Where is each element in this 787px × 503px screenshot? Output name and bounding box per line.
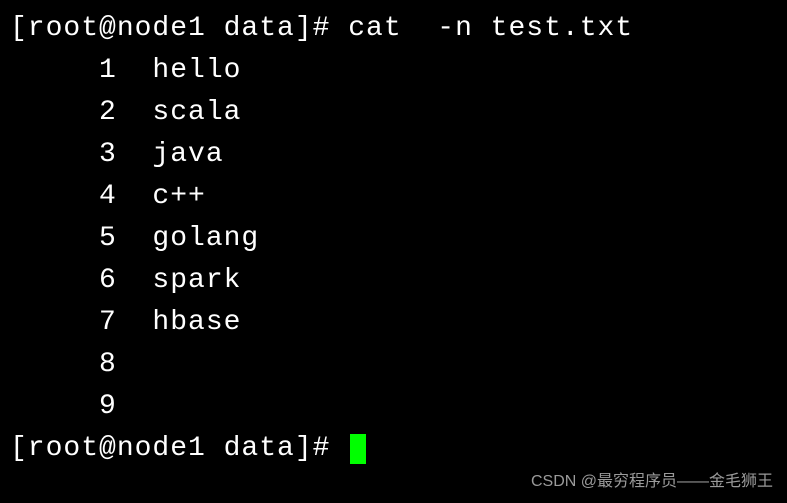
output-line-5: 5 golang xyxy=(10,218,777,260)
output-line-6: 6 spark xyxy=(10,260,777,302)
output-line-8: 8 xyxy=(10,344,777,386)
output-line-3: 3 java xyxy=(10,134,777,176)
output-line-2: 2 scala xyxy=(10,92,777,134)
output-line-1: 1 hello xyxy=(10,50,777,92)
watermark-text: CSDN @最穷程序员——金毛狮王 xyxy=(531,467,773,491)
output-line-7: 7 hbase xyxy=(10,302,777,344)
cursor-icon xyxy=(350,434,366,464)
prompt-text: [root@node1 data]# xyxy=(10,428,348,470)
output-line-9: 9 xyxy=(10,386,777,428)
prompt-line[interactable]: [root@node1 data]# xyxy=(10,428,777,470)
command-line: [root@node1 data]# cat -n test.txt xyxy=(10,8,777,50)
output-line-4: 4 c++ xyxy=(10,176,777,218)
